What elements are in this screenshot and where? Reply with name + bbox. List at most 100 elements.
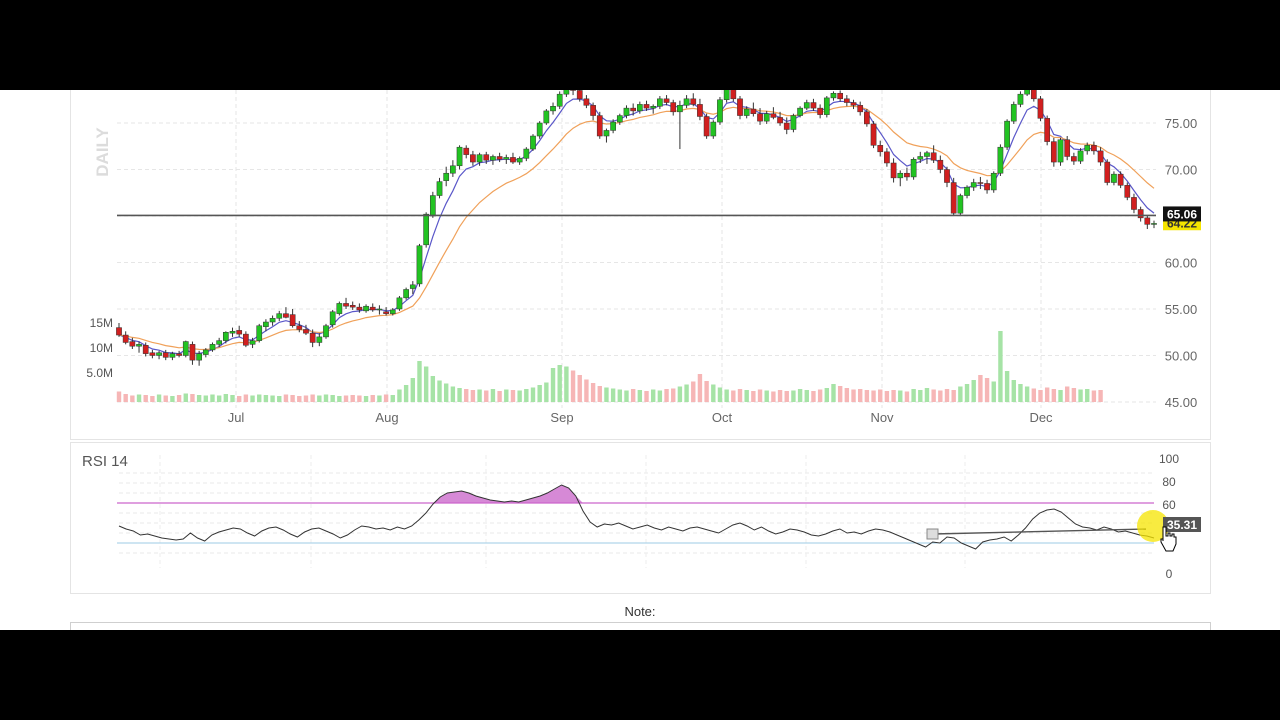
candle-body (683, 98, 690, 106)
volume-bar (323, 394, 329, 402)
volume-bar (277, 396, 282, 402)
volume-bar (397, 389, 402, 402)
trendline-handle[interactable] (926, 528, 939, 540)
volume-bar (1044, 387, 1050, 402)
candle-body (843, 98, 850, 103)
volume-bar (557, 365, 562, 402)
rsi-line (118, 484, 1155, 550)
rsi-chart-svg[interactable]: RSI 14100806040035.31 (71, 443, 1212, 595)
rsi-chart-panel[interactable]: RSI 14100806040035.31 (70, 442, 1211, 594)
volume-bar (1078, 389, 1083, 402)
note-input[interactable] (70, 622, 1211, 630)
candle-body (202, 349, 209, 355)
volume-bar (624, 390, 629, 402)
candle-body (803, 102, 810, 109)
volume-bar (383, 394, 389, 402)
candle-body (403, 289, 409, 299)
x-tick-label: Oct (712, 410, 733, 425)
volume-bar (236, 396, 242, 402)
candle-body (436, 181, 443, 196)
rsi-tick-label: 100 (1159, 452, 1179, 466)
volume-bar (457, 388, 462, 402)
volume-bar (918, 390, 923, 402)
rsi-overbought-fill (119, 485, 1154, 503)
chart-page: JulAugSepOctNovDec75.0070.0065.0060.0055… (0, 90, 1280, 630)
candle-body (1111, 173, 1117, 183)
candle-body (343, 303, 349, 307)
volume-bar (724, 389, 729, 402)
volume-bar (443, 383, 449, 402)
candle-body (1030, 90, 1037, 100)
volume-bar (757, 389, 763, 402)
candle-body (623, 107, 630, 116)
candle-body (1037, 98, 1044, 119)
volume-bar (550, 368, 556, 402)
candle-body (1050, 141, 1057, 163)
volume-bar (1091, 390, 1097, 402)
volume-bar (744, 390, 749, 402)
volume-bar (811, 391, 816, 402)
candle-body (930, 152, 937, 161)
volume-bar (831, 384, 836, 402)
volume-bar (797, 389, 803, 402)
candle-body (897, 172, 904, 179)
volume-bar (924, 388, 930, 402)
y-tick-label: 60.00 (1165, 256, 1198, 271)
candle-body (209, 344, 216, 351)
y-tick-label: 45.00 (1165, 395, 1198, 410)
volume-bar (751, 391, 756, 402)
candle-body (456, 146, 463, 167)
candle-body (369, 306, 376, 311)
candle-body (977, 182, 984, 184)
price-chart-svg[interactable]: JulAugSepOctNovDec75.0070.0065.0060.0055… (71, 90, 1212, 440)
candle-body (910, 159, 917, 178)
candle-body (463, 147, 470, 155)
candle-body (483, 154, 490, 161)
candle-body (416, 245, 423, 285)
candle-body (496, 156, 503, 160)
volume-bar (190, 394, 195, 402)
candle-body (236, 330, 243, 335)
volume-bar (1038, 390, 1043, 402)
volume-bar (243, 394, 249, 402)
volume-bar (1064, 386, 1070, 402)
volume-bar (604, 387, 609, 402)
candle-body (1004, 120, 1010, 148)
note-section: Note: (0, 602, 1280, 630)
candle-body (470, 154, 476, 163)
candle-body (616, 115, 623, 123)
candle-body (1017, 93, 1024, 105)
volume-bar (517, 390, 522, 402)
candle-body (516, 158, 523, 163)
candle-body (703, 116, 710, 137)
volume-bar (958, 386, 963, 402)
candle-body (349, 305, 356, 308)
rsi-current-value: 35.31 (1167, 518, 1197, 532)
volume-bar (951, 390, 956, 402)
volume-bar (363, 396, 369, 402)
candle-body (864, 111, 870, 125)
candle-body (249, 340, 256, 345)
candle-body (289, 314, 296, 326)
volume-bar (510, 390, 516, 402)
candle-body (429, 195, 436, 217)
candle-body (596, 115, 603, 137)
volume-bar (203, 395, 209, 402)
volume-bar (297, 396, 302, 402)
candle-body (603, 130, 610, 137)
candle-body (1124, 185, 1131, 198)
volume-bar (1031, 388, 1037, 402)
candle-body (142, 345, 149, 354)
volume-bar (343, 395, 349, 402)
candle-body (697, 104, 703, 117)
volume-bar (317, 395, 322, 402)
volume-tick-label: 10M (90, 341, 113, 355)
volume-bar (230, 395, 235, 402)
price-chart-panel[interactable]: JulAugSepOctNovDec75.0070.0065.0060.0055… (70, 90, 1211, 440)
candle-body (423, 213, 430, 246)
volume-bar (931, 389, 936, 402)
candle-body (1084, 145, 1091, 152)
volume-bar (544, 382, 549, 402)
candle-body (1151, 223, 1157, 225)
volume-bar (196, 395, 202, 402)
